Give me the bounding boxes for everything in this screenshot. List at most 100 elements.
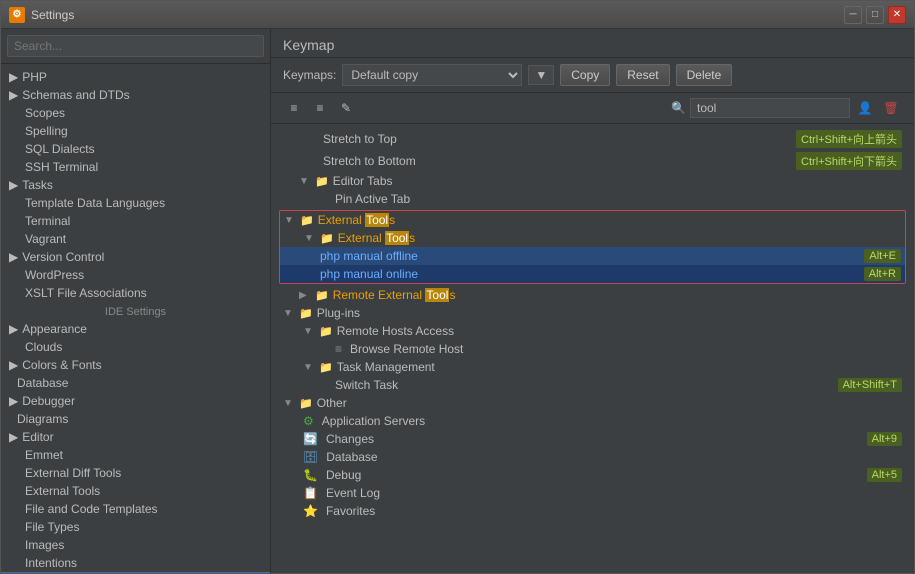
sidebar-item-sql[interactable]: SQL Dialects: [1, 140, 270, 158]
search-user-icon[interactable]: 👤: [854, 97, 876, 119]
sidebar-item-ext-tools[interactable]: External Tools: [1, 482, 270, 500]
close-button[interactable]: ✕: [888, 6, 906, 24]
shortcut-badge: Alt+9: [867, 432, 902, 446]
sidebar-item-scopes[interactable]: Scopes: [1, 104, 270, 122]
tree-item-label: Database: [326, 450, 377, 464]
actions-left: ≡ ≡ ✎: [283, 97, 357, 119]
sidebar-search-input[interactable]: [7, 35, 264, 57]
sidebar-item-template[interactable]: Template Data Languages: [1, 194, 270, 212]
tree-item-favorites[interactable]: ⭐ Favorites: [271, 502, 914, 520]
sidebar-item-label: Images: [25, 538, 64, 552]
tree-item-debug[interactable]: 🐛 Debug Alt+5: [271, 466, 914, 484]
sidebar-item-file-code[interactable]: File and Code Templates: [1, 500, 270, 518]
tree-item-left: ▼ 📁 Editor Tabs: [283, 174, 393, 188]
sidebar-item-terminal[interactable]: Terminal: [1, 212, 270, 230]
tree-item-switch-task[interactable]: Switch Task Alt+Shift+T: [271, 376, 914, 394]
favorites-icon: ⭐: [303, 504, 318, 518]
tree-item-label: Stretch to Bottom: [323, 154, 416, 168]
sidebar-item-appearance[interactable]: ▶ Appearance: [1, 320, 270, 338]
sidebar-item-wordpress[interactable]: WordPress: [1, 266, 270, 284]
tree-item-left: ▼ 📁 External Tools: [284, 231, 415, 245]
event-log-icon: 📋: [303, 486, 318, 500]
sidebar-item-label: Spelling: [25, 124, 68, 138]
tree-item-pin-tab[interactable]: Pin Active Tab: [271, 190, 914, 208]
sidebar-item-label: SQL Dialects: [25, 142, 95, 156]
arrow-icon: ▶: [9, 178, 18, 192]
copy-button[interactable]: Copy: [560, 64, 610, 86]
sidebar-item-diagrams[interactable]: Diagrams: [1, 410, 270, 428]
tree-item-left: ▼ 📁 Task Management: [283, 360, 435, 374]
sidebar-item-tasks[interactable]: ▶ Tasks: [1, 176, 270, 194]
tree-item-label: Other: [317, 396, 347, 410]
tree-item-label: Plug-ins: [317, 306, 360, 320]
folder-icon: 📁: [300, 214, 314, 227]
search-right: 🔍 👤 🗑: [671, 97, 902, 119]
main-content: ▶ PHP ▶ Schemas and DTDs Scopes Spelling…: [1, 29, 914, 573]
sidebar-item-label: Template Data Languages: [25, 196, 165, 210]
tree-item-left: ⭐ Favorites: [283, 504, 375, 518]
highlight-tool: Tool: [365, 213, 389, 227]
tree-item-event-log[interactable]: 📋 Event Log: [271, 484, 914, 502]
tree-item-external-tools-0[interactable]: ▼ 📁 External Tools: [280, 211, 905, 229]
minimize-button[interactable]: ─: [844, 6, 862, 24]
tree-item-task-mgmt[interactable]: ▼ 📁 Task Management: [271, 358, 914, 376]
reset-button[interactable]: Reset: [616, 64, 669, 86]
tree-item-remote-hosts[interactable]: ▼ 📁 Remote Hosts Access: [271, 322, 914, 340]
sidebar-search-box[interactable]: [1, 29, 270, 64]
tree-item-database[interactable]: 🗄 Database: [271, 448, 914, 466]
edit-icon-button[interactable]: ✎: [335, 97, 357, 119]
sidebar-item-keymap[interactable]: Keymap: [1, 572, 270, 573]
keymap-search-input[interactable]: [690, 98, 850, 118]
shortcut-badge: Alt+5: [867, 468, 902, 482]
sidebar-item-colors[interactable]: ▶ Colors & Fonts: [1, 356, 270, 374]
tree-item-php-online[interactable]: php manual online Alt+R: [280, 265, 905, 283]
sidebar-item-vcs[interactable]: ▶ Version Control: [1, 248, 270, 266]
maximize-button[interactable]: □: [866, 6, 884, 24]
tree-item-editor-tabs[interactable]: ▼ 📁 Editor Tabs: [271, 172, 914, 190]
title-bar-left: ⚙ Settings: [9, 7, 74, 23]
sidebar-item-ssh[interactable]: SSH Terminal: [1, 158, 270, 176]
sidebar-item-php[interactable]: ▶ PHP: [1, 68, 270, 86]
sidebar-item-intentions[interactable]: Intentions: [1, 554, 270, 572]
sidebar-item-ext-diff[interactable]: External Diff Tools: [1, 464, 270, 482]
tree-item-left: ▼ 📁 Plug-ins: [283, 306, 360, 320]
sidebar-item-debugger[interactable]: ▶ Debugger: [1, 392, 270, 410]
tree-item-left: ⚙ Application Servers: [283, 414, 425, 428]
external-tools-group: ▼ 📁 External Tools ▼ 📁 External Tools: [279, 210, 906, 284]
sidebar-item-file-types[interactable]: File Types: [1, 518, 270, 536]
delete-button[interactable]: Delete: [676, 64, 733, 86]
server-icon: ⚙: [303, 414, 314, 428]
folder-icon: 📁: [315, 289, 329, 302]
tree-item-other[interactable]: ▼ 📁 Other: [271, 394, 914, 412]
tree-item-php-offline[interactable]: php manual offline Alt+E: [280, 247, 905, 265]
tree-item-changes[interactable]: 🔄 Changes Alt+9: [271, 430, 914, 448]
title-controls: ─ □ ✕: [844, 6, 906, 24]
sidebar-item-emmet[interactable]: Emmet: [1, 446, 270, 464]
sidebar-item-editor[interactable]: ▶ Editor: [1, 428, 270, 446]
sidebar-item-images[interactable]: Images: [1, 536, 270, 554]
changes-icon: 🔄: [303, 432, 318, 446]
keymaps-select[interactable]: Default copy: [342, 64, 522, 86]
folder-icon: 📁: [315, 175, 329, 188]
tree-item-external-tools-1[interactable]: ▼ 📁 External Tools: [280, 229, 905, 247]
sidebar-item-label: Emmet: [25, 448, 63, 462]
tree-item-plugins[interactable]: ▼ 📁 Plug-ins: [271, 304, 914, 322]
tree-item-stretch-bottom[interactable]: Stretch to Bottom Ctrl+Shift+向下箭头: [271, 150, 914, 172]
sidebar-item-xslt[interactable]: XSLT File Associations: [1, 284, 270, 302]
sidebar-item-clouds[interactable]: Clouds: [1, 338, 270, 356]
tree-item-left: ▼ 📁 Remote Hosts Access: [283, 324, 454, 338]
tree-item-app-servers[interactable]: ⚙ Application Servers: [271, 412, 914, 430]
tree-item-remote-ext-tools[interactable]: ▶ 📁 Remote External Tools: [271, 286, 914, 304]
sidebar-item-label: Scopes: [25, 106, 65, 120]
sidebar-item-schemas[interactable]: ▶ Schemas and DTDs: [1, 86, 270, 104]
collapse-all-button[interactable]: ≡: [309, 97, 331, 119]
expand-all-button[interactable]: ≡: [283, 97, 305, 119]
tree-item-browse-remote[interactable]: ≡ Browse Remote Host: [271, 340, 914, 358]
sidebar-item-database[interactable]: Database: [1, 374, 270, 392]
sidebar-item-label: PHP: [22, 70, 47, 84]
clear-search-button[interactable]: 🗑: [880, 97, 902, 119]
sidebar-item-spelling[interactable]: Spelling: [1, 122, 270, 140]
sidebar-item-vagrant[interactable]: Vagrant: [1, 230, 270, 248]
tree-item-stretch-top[interactable]: Stretch to Top Ctrl+Shift+向上箭头: [271, 128, 914, 150]
keymaps-dropdown[interactable]: ▼: [528, 65, 554, 85]
